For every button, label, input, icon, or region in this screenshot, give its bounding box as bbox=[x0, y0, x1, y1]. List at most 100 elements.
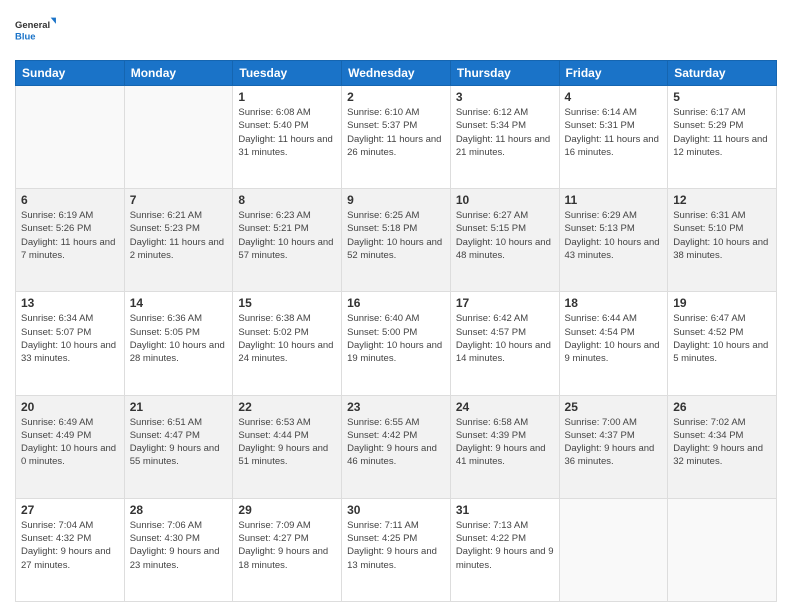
day-info: Sunrise: 6:25 AM Sunset: 5:18 PM Dayligh… bbox=[347, 209, 445, 262]
day-number: 18 bbox=[565, 296, 663, 310]
calendar-day-cell: 8 Sunrise: 6:23 AM Sunset: 5:21 PM Daylig… bbox=[233, 189, 342, 292]
day-number: 1 bbox=[238, 90, 336, 104]
day-number: 24 bbox=[456, 400, 554, 414]
calendar-day-cell: 20 Sunrise: 6:49 AM Sunset: 4:49 PM Dayli… bbox=[16, 395, 125, 498]
calendar-day-cell: 28Sunrise: 7:06 AM Sunset: 4:30 PM Dayli… bbox=[124, 498, 233, 601]
day-info: Sunrise: 6:53 AM Sunset: 4:44 PM Dayligh… bbox=[238, 416, 336, 469]
day-info: Sunrise: 6:55 AM Sunset: 4:42 PM Dayligh… bbox=[347, 416, 445, 469]
calendar-week-row: 20 Sunrise: 6:49 AM Sunset: 4:49 PM Dayli… bbox=[16, 395, 777, 498]
calendar-day-cell: 21Sunrise: 6:51 AM Sunset: 4:47 PM Dayli… bbox=[124, 395, 233, 498]
day-number: 11 bbox=[565, 193, 663, 207]
calendar-week-row: 13 Sunrise: 6:34 AM Sunset: 5:07 PM Dayli… bbox=[16, 292, 777, 395]
day-info: Sunrise: 7:09 AM Sunset: 4:27 PM Dayligh… bbox=[238, 519, 336, 572]
day-number: 10 bbox=[456, 193, 554, 207]
day-number: 4 bbox=[565, 90, 663, 104]
day-info: Sunrise: 6:36 AM Sunset: 5:05 PM Dayligh… bbox=[130, 312, 228, 365]
day-number: 6 bbox=[21, 193, 119, 207]
day-info: Sunrise: 6:40 AM Sunset: 5:00 PM Dayligh… bbox=[347, 312, 445, 365]
day-number: 25 bbox=[565, 400, 663, 414]
calendar-day-cell: 13 Sunrise: 6:34 AM Sunset: 5:07 PM Dayli… bbox=[16, 292, 125, 395]
day-info: Sunrise: 6:14 AM Sunset: 5:31 PM Dayligh… bbox=[565, 106, 663, 159]
day-number: 16 bbox=[347, 296, 445, 310]
day-number: 19 bbox=[673, 296, 771, 310]
calendar-day-cell: 11 Sunrise: 6:29 AM Sunset: 5:13 PM Dayli… bbox=[559, 189, 668, 292]
header: General Blue bbox=[15, 10, 777, 52]
day-number: 15 bbox=[238, 296, 336, 310]
logo: General Blue bbox=[15, 10, 57, 52]
calendar-day-cell: 23 Sunrise: 6:55 AM Sunset: 4:42 PM Dayli… bbox=[342, 395, 451, 498]
calendar-day-cell bbox=[668, 498, 777, 601]
day-number: 5 bbox=[673, 90, 771, 104]
calendar-week-row: 1 Sunrise: 6:08 AM Sunset: 5:40 PM Daylig… bbox=[16, 86, 777, 189]
day-number: 14 bbox=[130, 296, 228, 310]
page: General Blue Sunday Monday Tuesday Wedne… bbox=[0, 0, 792, 612]
day-number: 2 bbox=[347, 90, 445, 104]
day-info: Sunrise: 6:29 AM Sunset: 5:13 PM Dayligh… bbox=[565, 209, 663, 262]
day-info: Sunrise: 7:13 AM Sunset: 4:22 PM Dayligh… bbox=[456, 519, 554, 572]
day-info: Sunrise: 6:12 AM Sunset: 5:34 PM Dayligh… bbox=[456, 106, 554, 159]
calendar-day-cell bbox=[124, 86, 233, 189]
day-info: Sunrise: 6:42 AM Sunset: 4:57 PM Dayligh… bbox=[456, 312, 554, 365]
day-info: Sunrise: 6:23 AM Sunset: 5:21 PM Dayligh… bbox=[238, 209, 336, 262]
day-info: Sunrise: 6:10 AM Sunset: 5:37 PM Dayligh… bbox=[347, 106, 445, 159]
calendar-day-cell: 17 Sunrise: 6:42 AM Sunset: 4:57 PM Dayli… bbox=[450, 292, 559, 395]
day-number: 21 bbox=[130, 400, 228, 414]
col-friday: Friday bbox=[559, 61, 668, 86]
day-info: Sunrise: 6:34 AM Sunset: 5:07 PM Dayligh… bbox=[21, 312, 119, 365]
calendar-week-row: 6Sunrise: 6:19 AM Sunset: 5:26 PM Daylig… bbox=[16, 189, 777, 292]
calendar-day-cell: 26 Sunrise: 7:02 AM Sunset: 4:34 PM Dayli… bbox=[668, 395, 777, 498]
svg-text:General: General bbox=[15, 20, 50, 31]
svg-text:Blue: Blue bbox=[15, 32, 35, 43]
col-tuesday: Tuesday bbox=[233, 61, 342, 86]
logo-svg: General Blue bbox=[15, 10, 57, 52]
day-info: Sunrise: 6:27 AM Sunset: 5:15 PM Dayligh… bbox=[456, 209, 554, 262]
day-number: 22 bbox=[238, 400, 336, 414]
col-saturday: Saturday bbox=[668, 61, 777, 86]
calendar-day-cell: 19Sunrise: 6:47 AM Sunset: 4:52 PM Dayli… bbox=[668, 292, 777, 395]
day-info: Sunrise: 6:49 AM Sunset: 4:49 PM Dayligh… bbox=[21, 416, 119, 469]
day-info: Sunrise: 6:38 AM Sunset: 5:02 PM Dayligh… bbox=[238, 312, 336, 365]
calendar-day-cell: 25Sunrise: 7:00 AM Sunset: 4:37 PM Dayli… bbox=[559, 395, 668, 498]
day-number: 28 bbox=[130, 503, 228, 517]
day-number: 20 bbox=[21, 400, 119, 414]
day-number: 12 bbox=[673, 193, 771, 207]
day-info: Sunrise: 6:17 AM Sunset: 5:29 PM Dayligh… bbox=[673, 106, 771, 159]
day-info: Sunrise: 6:44 AM Sunset: 4:54 PM Dayligh… bbox=[565, 312, 663, 365]
calendar-day-cell: 27Sunrise: 7:04 AM Sunset: 4:32 PM Dayli… bbox=[16, 498, 125, 601]
calendar-week-row: 27Sunrise: 7:04 AM Sunset: 4:32 PM Dayli… bbox=[16, 498, 777, 601]
calendar-day-cell: 30Sunrise: 7:11 AM Sunset: 4:25 PM Dayli… bbox=[342, 498, 451, 601]
calendar-day-cell: 14 Sunrise: 6:36 AM Sunset: 5:05 PM Dayli… bbox=[124, 292, 233, 395]
day-number: 7 bbox=[130, 193, 228, 207]
day-info: Sunrise: 7:02 AM Sunset: 4:34 PM Dayligh… bbox=[673, 416, 771, 469]
day-number: 26 bbox=[673, 400, 771, 414]
day-number: 17 bbox=[456, 296, 554, 310]
calendar-day-cell bbox=[16, 86, 125, 189]
calendar-day-cell bbox=[559, 498, 668, 601]
col-thursday: Thursday bbox=[450, 61, 559, 86]
calendar-day-cell: 9 Sunrise: 6:25 AM Sunset: 5:18 PM Daylig… bbox=[342, 189, 451, 292]
day-number: 3 bbox=[456, 90, 554, 104]
calendar-day-cell: 31 Sunrise: 7:13 AM Sunset: 4:22 PM Dayli… bbox=[450, 498, 559, 601]
calendar-day-cell: 6Sunrise: 6:19 AM Sunset: 5:26 PM Daylig… bbox=[16, 189, 125, 292]
day-number: 9 bbox=[347, 193, 445, 207]
day-info: Sunrise: 6:58 AM Sunset: 4:39 PM Dayligh… bbox=[456, 416, 554, 469]
day-number: 23 bbox=[347, 400, 445, 414]
day-number: 13 bbox=[21, 296, 119, 310]
col-monday: Monday bbox=[124, 61, 233, 86]
calendar-day-cell: 22 Sunrise: 6:53 AM Sunset: 4:44 PM Dayli… bbox=[233, 395, 342, 498]
day-number: 29 bbox=[238, 503, 336, 517]
calendar-day-cell: 24 Sunrise: 6:58 AM Sunset: 4:39 PM Dayli… bbox=[450, 395, 559, 498]
calendar-day-cell: 12 Sunrise: 6:31 AM Sunset: 5:10 PM Dayli… bbox=[668, 189, 777, 292]
day-number: 8 bbox=[238, 193, 336, 207]
calendar-day-cell: 15 Sunrise: 6:38 AM Sunset: 5:02 PM Dayli… bbox=[233, 292, 342, 395]
calendar-day-cell: 2 Sunrise: 6:10 AM Sunset: 5:37 PM Daylig… bbox=[342, 86, 451, 189]
calendar-day-cell: 1 Sunrise: 6:08 AM Sunset: 5:40 PM Daylig… bbox=[233, 86, 342, 189]
col-wednesday: Wednesday bbox=[342, 61, 451, 86]
calendar-day-cell: 5 Sunrise: 6:17 AM Sunset: 5:29 PM Daylig… bbox=[668, 86, 777, 189]
calendar-day-cell: 29 Sunrise: 7:09 AM Sunset: 4:27 PM Dayli… bbox=[233, 498, 342, 601]
day-number: 31 bbox=[456, 503, 554, 517]
day-info: Sunrise: 6:31 AM Sunset: 5:10 PM Dayligh… bbox=[673, 209, 771, 262]
day-info: Sunrise: 6:21 AM Sunset: 5:23 PM Dayligh… bbox=[130, 209, 228, 262]
day-info: Sunrise: 6:08 AM Sunset: 5:40 PM Dayligh… bbox=[238, 106, 336, 159]
day-number: 27 bbox=[21, 503, 119, 517]
